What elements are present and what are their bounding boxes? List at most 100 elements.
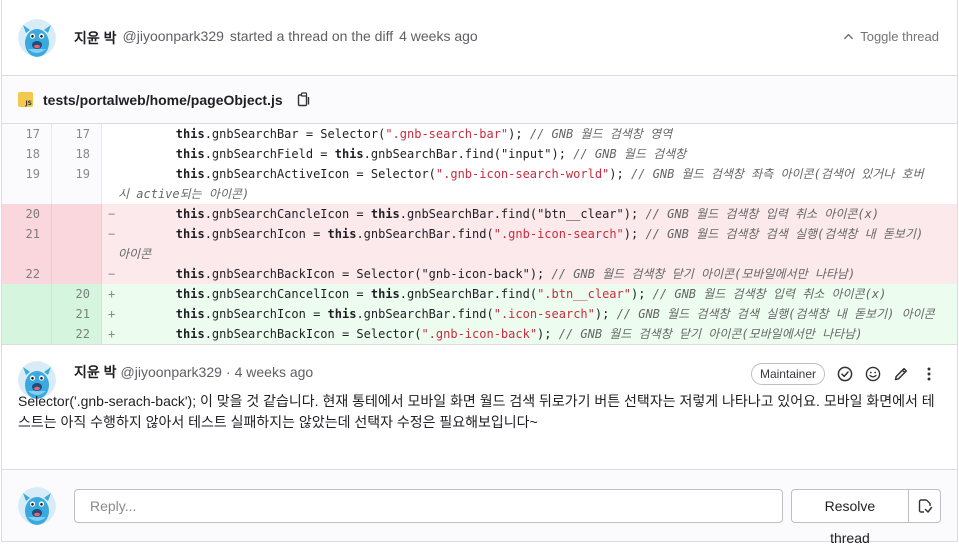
code-token: .gnbSearchBackIcon = Selector(: [204, 267, 422, 281]
code-token: "input": [500, 147, 552, 161]
code-line: this.gnbSearchBackIcon = Selector("gnb-i…: [118, 264, 957, 284]
diff-line: 22 + this.gnbSearchBackIcon = Selector(".…: [2, 324, 957, 344]
author-handle[interactable]: @jiyoonpark329: [123, 28, 224, 48]
old-line-number[interactable]: 18: [2, 144, 52, 164]
code-token: // GNB 월드 검색창 검색 실행(검색창 내 돋보기) 아이콘: [616, 307, 935, 321]
code-line: this.gnbSearchCancleIcon = this.gnbSearc…: [118, 204, 957, 224]
old-line-number[interactable]: 21: [2, 224, 52, 264]
code-token: .gnbSearchBar.find(: [363, 147, 501, 161]
code-token: "btn__clear": [537, 207, 624, 221]
diff-lines: 17 17 this.gnbSearchBar = Selector(".gnb-…: [2, 124, 957, 344]
code-token: this: [175, 147, 205, 161]
code-token: ".gnb-icon-search-world": [435, 167, 610, 181]
issue-new-icon: [918, 498, 932, 513]
code-token: ".gnb-icon-search": [493, 227, 624, 241]
old-line-number[interactable]: 17: [2, 124, 52, 144]
file-path[interactable]: tests/portalweb/home/pageObject.js: [43, 92, 283, 108]
code-token: );: [508, 127, 530, 141]
reply-avatar: [18, 486, 56, 525]
toggle-thread-button[interactable]: Toggle thread: [843, 29, 939, 44]
comment-author-name[interactable]: 지윤 박: [74, 362, 117, 382]
emoji-icon[interactable]: [865, 366, 881, 382]
diff-line: 20− this.gnbSearchCancleIcon = this.gnbS…: [2, 204, 957, 224]
new-line-number[interactable]: 20: [52, 284, 102, 304]
author-name[interactable]: 지윤 박: [74, 28, 117, 48]
new-line-number[interactable]: 17: [52, 124, 102, 144]
code-token: this: [175, 167, 205, 181]
code-line: this.gnbSearchField = this.gnbSearchBar.…: [118, 144, 957, 164]
new-line-number[interactable]: 21: [52, 304, 102, 324]
code-token: // GNB 월드 검색창 입력 취소 아이콘(x): [645, 207, 880, 221]
code-token: this: [175, 307, 205, 321]
old-line-number[interactable]: 22: [2, 264, 52, 284]
code-line: this.gnbSearchActiveIcon = Selector(".gn…: [118, 164, 957, 204]
diff-sign: +: [108, 327, 116, 341]
old-line-number[interactable]: 20: [2, 204, 52, 224]
code-token: .gnbSearchBar = Selector(: [204, 127, 386, 141]
thread-header: 지윤 박 @jiyoonpark329 started a thread on …: [2, 0, 957, 76]
resolve-check-icon[interactable]: [837, 366, 853, 382]
code-token: );: [630, 287, 653, 301]
code-token: .gnbSearchIcon =: [204, 227, 328, 241]
thread-action-text: started a thread on the diff: [229, 27, 394, 44]
code-token: .gnbSearchActiveIcon = Selector(: [204, 167, 436, 181]
code-token: // GNB 월드 검색창: [573, 147, 687, 161]
code-token: this: [327, 227, 357, 241]
chevron-up-icon: [844, 33, 854, 40]
code-token: this: [327, 307, 357, 321]
copy-icon[interactable]: [297, 92, 311, 107]
code-token: this: [175, 287, 205, 301]
new-line-number[interactable]: 19: [52, 164, 102, 204]
diff-line: 17 17 this.gnbSearchBar = Selector(".gnb-…: [2, 124, 957, 144]
code-token: ".btn__clear": [537, 287, 631, 301]
code-token: .gnbSearchBar.find(: [356, 307, 494, 321]
code-token: .gnbSearchCancelIcon =: [204, 287, 371, 301]
thread-time[interactable]: 4 weeks ago: [399, 28, 478, 48]
code-token: );: [529, 267, 552, 281]
code-line: this.gnbSearchBackIcon = Selector(".gnb-…: [118, 324, 957, 344]
code-token: this: [370, 287, 400, 301]
resolve-group: Resolve thread: [790, 488, 941, 546]
code-token: .gnbSearchField =: [204, 147, 335, 161]
code-token: .gnbSearchIcon =: [204, 307, 328, 321]
code-token: this: [334, 147, 364, 161]
diff-sign: [102, 144, 118, 164]
resolve-thread-button[interactable]: Resolve thread: [790, 488, 909, 546]
comment-time[interactable]: 4 weeks ago: [235, 364, 314, 380]
new-line-number[interactable]: 22: [52, 324, 102, 344]
code-token: ".icon-search": [493, 307, 595, 321]
resolve-new-issue-button[interactable]: [909, 488, 941, 523]
code-token: "gnb-icon-back": [421, 267, 530, 281]
code-token: );: [551, 147, 574, 161]
code-token: // GNB 월드 검색창 영역: [529, 127, 673, 141]
more-vertical-icon[interactable]: [921, 366, 937, 382]
new-line-number: [52, 204, 102, 224]
comment-author-handle[interactable]: @jiyoonpark329: [121, 364, 222, 380]
code-token: );: [537, 327, 559, 341]
avatar[interactable]: [18, 18, 56, 57]
reply-input[interactable]: Reply...: [74, 488, 783, 523]
code-line: this.gnbSearchBar = Selector(".gnb-searc…: [118, 124, 957, 144]
new-line-number[interactable]: 18: [52, 144, 102, 164]
code-token: ".gnb-search-bar": [385, 127, 509, 141]
diff-line: 18 18 this.gnbSearchField = this.gnbSearc…: [2, 144, 957, 164]
code-token: );: [594, 307, 617, 321]
diff-line: 22 − this.gnbSearchBackIcon = Selector("g…: [2, 264, 957, 284]
code-token: this: [175, 267, 205, 281]
edit-pencil-icon[interactable]: [893, 366, 909, 382]
old-line-number[interactable]: 19: [2, 164, 52, 204]
toggle-thread-label: Toggle thread: [860, 29, 939, 44]
code-token: );: [623, 207, 646, 221]
code-token: this: [175, 327, 205, 341]
role-badge: Maintainer: [750, 363, 825, 385]
diff-sign: [102, 164, 118, 204]
old-line-number: [2, 324, 52, 344]
code-token: this: [370, 207, 400, 221]
code-token: this: [175, 207, 205, 221]
